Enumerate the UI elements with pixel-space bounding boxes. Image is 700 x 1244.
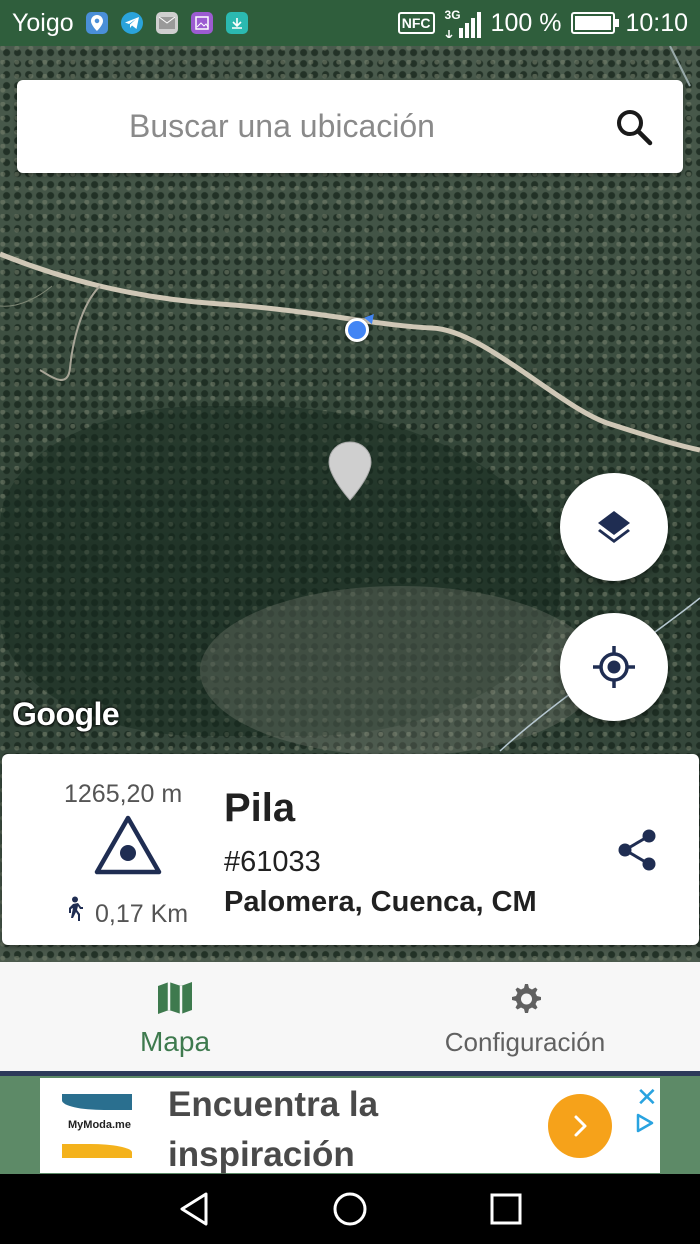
system-navigation-bar [0, 1174, 700, 1244]
bottom-navigation: Mapa Configuración [0, 962, 700, 1072]
ad-headline: Encuentra la inspiración [168, 1085, 379, 1174]
network-type: 3G [444, 8, 461, 22]
ad-brand-logo: MyModa.me [62, 1090, 132, 1160]
crosshair-icon [593, 646, 635, 688]
telegram-notification-icon [120, 12, 143, 34]
google-attribution: Google [12, 696, 120, 732]
search-input[interactable] [17, 80, 683, 173]
map-marker-icon[interactable] [326, 440, 374, 502]
my-location-button[interactable] [560, 613, 668, 721]
maps-notification-icon [85, 12, 108, 34]
map-icon [158, 982, 192, 1014]
battery-icon [571, 12, 620, 34]
app-notification-icon [225, 12, 248, 34]
chevron-right-icon [574, 1115, 587, 1137]
home-icon[interactable] [332, 1191, 368, 1227]
ad-brand-name: MyModa.me [68, 1119, 131, 1131]
recents-icon[interactable] [488, 1191, 524, 1227]
back-icon[interactable] [176, 1191, 212, 1227]
tab-settings-label: Configuración [444, 1027, 606, 1057]
point-name: Pila [224, 786, 296, 830]
nfc-icon: NFC [397, 12, 435, 34]
trig-point-icon [94, 815, 162, 875]
share-icon[interactable] [616, 828, 660, 872]
carrier-name: Yoigo [12, 8, 74, 37]
ad-cta-button[interactable] [548, 1094, 612, 1158]
layers-button[interactable] [560, 473, 668, 581]
layers-icon [598, 511, 630, 543]
clock: 10:10 [625, 8, 688, 37]
tab-map-label: Mapa [139, 1026, 211, 1057]
battery-percent: 100 % [490, 8, 562, 37]
gear-icon [512, 984, 541, 1013]
signal-icon: 3G [445, 8, 481, 38]
elevation-label: 1265,20 m [64, 780, 183, 808]
point-location: Palomera, Cuenca, CM [224, 886, 537, 918]
gallery-notification-icon [190, 12, 213, 34]
point-id: #61033 [224, 846, 321, 878]
status-bar: Yoigo NFC 3G 100 % 10:10 [0, 0, 700, 46]
tab-map[interactable]: Mapa [0, 962, 350, 1072]
search-icon[interactable] [615, 108, 653, 146]
distance-label: 0,17 Km [95, 900, 189, 928]
ad-close-icon[interactable]: ✕ [636, 1082, 658, 1113]
ad-choices-icon[interactable] [634, 1112, 656, 1134]
ad-banner[interactable]: MyModa.me Encuentra la inspiración ✕ [40, 1078, 660, 1174]
mail-notification-icon [155, 12, 178, 34]
tab-settings[interactable]: Configuración [350, 962, 700, 1072]
search-bar[interactable] [17, 80, 683, 173]
point-info-card[interactable]: 1265,20 m 0,17 Km Pila #61033 Palomera, … [2, 754, 699, 945]
walking-icon [69, 896, 83, 921]
current-location-dot [345, 318, 369, 342]
